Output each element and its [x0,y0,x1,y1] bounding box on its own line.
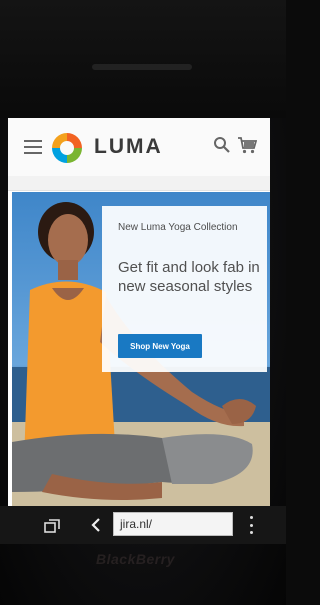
promo-title: Get fit and look fab in new seasonal sty… [118,259,260,295]
header-divider-strip [8,176,270,191]
browser-viewport: LUMA New Luma Yoga Collection Get fit an… [8,118,270,506]
hero-banner[interactable]: New Luma Yoga Collection Get fit and loo… [12,192,270,506]
promo-subtitle: New Luma Yoga Collection [118,222,238,233]
logo-wordmark[interactable]: LUMA [94,135,163,159]
site-header: LUMA [8,118,270,177]
earpiece [92,64,192,70]
menu-hamburger-icon[interactable] [24,140,42,154]
cart-icon[interactable] [237,136,257,154]
shop-new-yoga-button[interactable]: Shop New Yoga [118,334,202,358]
search-icon[interactable] [213,136,231,154]
phone-top-bezel [0,0,286,118]
device-brand-logo: BlackBerry [96,551,175,567]
url-field[interactable]: jira.nl/ [113,512,233,536]
tabs-icon[interactable] [44,519,60,533]
luma-logo-icon[interactable] [50,131,84,165]
phone-device: LUMA New Luma Yoga Collection Get fit an… [0,0,286,605]
overflow-menu-icon[interactable] [250,516,254,534]
promo-card: New Luma Yoga Collection Get fit and loo… [102,206,267,372]
back-chevron-icon[interactable] [90,518,102,532]
browser-toolbar: jira.nl/ [0,506,286,544]
